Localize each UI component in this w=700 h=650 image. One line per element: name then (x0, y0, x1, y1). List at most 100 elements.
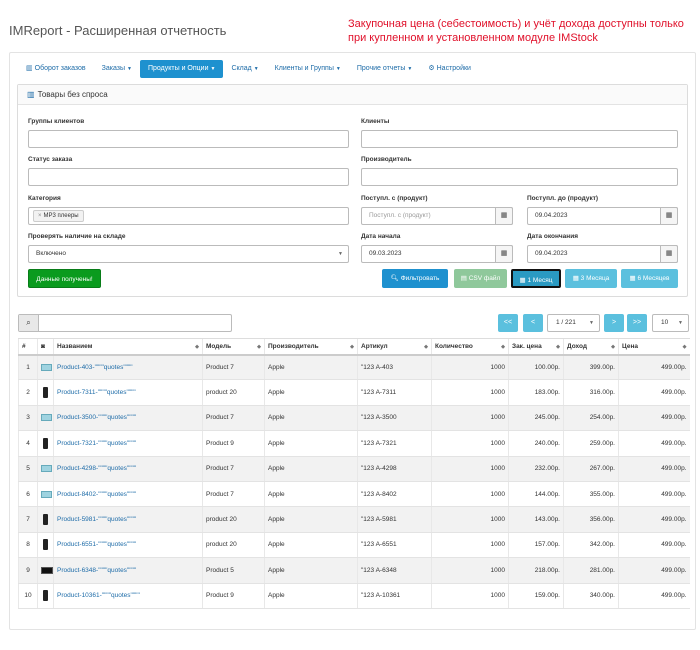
product-model: product 20 (202, 506, 265, 533)
arrival-from-input[interactable]: Поступл. с (продукт) ▦ (361, 207, 513, 225)
col-header-income[interactable]: Доход ◆ (563, 338, 619, 356)
calendar-icon[interactable]: ▦ (660, 207, 678, 225)
calendar-icon: ▦ (572, 275, 581, 282)
product-image-icon (43, 514, 48, 526)
product-quantity: 1000 (431, 583, 509, 609)
product-sku: "123 A-7311 (357, 379, 432, 406)
nav-item-order-turnover[interactable]: ▥ Оборот заказов (18, 60, 94, 78)
next-page-button[interactable]: > (604, 314, 624, 332)
data-received-button[interactable]: Данные получены! (28, 269, 101, 288)
col-header-manufacturer[interactable]: Производитель ◆ (264, 338, 358, 356)
per-page-select[interactable]: 10 ▼ (652, 314, 689, 332)
nav-item-stock[interactable]: Склад ▼ (223, 60, 266, 78)
stock-check-value: Включено (36, 250, 66, 257)
product-sku: "123 A-3500 (357, 405, 432, 432)
category-input[interactable]: × MP3 плееры (28, 207, 349, 225)
stock-check-label: Проверять наличие на складе (28, 233, 126, 240)
product-price: 499.00р. (618, 481, 690, 508)
calendar-icon[interactable]: ▦ (660, 245, 678, 263)
product-name-link[interactable]: Product-3500-""""quotes"""" (53, 405, 203, 432)
period-1-month-button[interactable]: ▦ 1 Месяц (511, 269, 561, 288)
table-row: 3 Product-3500-""""quotes"""" Product 7 App… (18, 405, 690, 432)
row-index: 6 (18, 481, 38, 508)
col-header-model[interactable]: Модель ◆ (202, 338, 265, 356)
sort-icon[interactable]: ◆ (556, 344, 560, 350)
sort-icon[interactable]: ◆ (683, 344, 687, 350)
search-icon[interactable]: ⌕ (19, 315, 39, 331)
date-end-input[interactable]: 09.04.2023 ▦ (527, 245, 678, 263)
arrival-to-input[interactable]: 09.04.2023 ▦ (527, 207, 678, 225)
row-index: 3 (18, 405, 38, 432)
chevron-down-icon: ▼ (407, 66, 413, 72)
last-page-button[interactable]: >> (627, 314, 647, 332)
product-thumbnail (37, 506, 54, 533)
sort-icon[interactable]: ◆ (501, 344, 505, 350)
nav-item-label: Прочие отчеты (356, 65, 406, 72)
table-search-input[interactable]: ⌕ (18, 314, 232, 332)
col-header-index[interactable]: # (18, 338, 38, 356)
chevron-down-icon: ▼ (338, 251, 343, 257)
product-income: 316.00р. (563, 379, 619, 406)
product-name-link[interactable]: Product-7321-""""quotes"""" (53, 430, 203, 457)
product-name-link[interactable]: Product-403-""""quotes"""" (53, 354, 203, 381)
nav-item-orders[interactable]: Заказы ▼ (94, 60, 140, 78)
filter-button[interactable]: 🔍︎ Фильтровать (382, 269, 448, 288)
product-quantity: 1000 (431, 532, 509, 559)
chevron-down-icon: ▼ (589, 320, 594, 326)
gear-icon: ⚙ (428, 65, 435, 72)
sort-icon[interactable]: ◆ (350, 344, 354, 350)
product-name-link[interactable]: Product-4298-""""quotes"""" (53, 456, 203, 482)
product-image-icon (41, 490, 52, 498)
product-manufacturer: Apple (264, 506, 358, 533)
product-income: 281.00р. (563, 557, 619, 584)
product-name-link[interactable]: Product-5981-""""quotes"""" (53, 506, 203, 533)
col-header-price[interactable]: Цена ◆ (618, 338, 690, 356)
page-select[interactable]: 1 / 221 ▼ (547, 314, 600, 332)
calendar-icon[interactable]: ▦ (495, 245, 513, 263)
date-start-input[interactable]: 09.03.2023 ▦ (361, 245, 513, 263)
period-3-months-button[interactable]: ▦ 3 Месяца (565, 269, 617, 288)
col-header-quantity[interactable]: Количество ◆ (431, 338, 509, 356)
product-name-link[interactable]: Product-7311-""""quotes"""" (53, 379, 203, 406)
col-header-name[interactable]: Названием ◆ (53, 338, 203, 356)
col-header-sku[interactable]: Артикул ◆ (357, 338, 432, 356)
nav-item-products[interactable]: Продукты и Опции ▼ (140, 60, 224, 78)
product-image-icon (41, 566, 53, 574)
arrival-from-placeholder: Поступл. с (продукт) (369, 212, 431, 219)
first-page-button[interactable]: << (498, 314, 518, 332)
close-icon[interactable]: × (38, 213, 42, 219)
sort-icon[interactable]: ◆ (195, 344, 199, 350)
customer-groups-input[interactable] (28, 130, 349, 148)
order-status-input[interactable] (28, 168, 349, 186)
nav-item-settings[interactable]: ⚙ Настройки (420, 60, 479, 78)
chevron-down-icon: ▼ (127, 66, 132, 72)
category-chip[interactable]: × MP3 плееры (33, 210, 84, 222)
product-cost: 245.00р. (508, 405, 564, 432)
product-name-link[interactable]: Product-10361-""""quotes"""" (53, 583, 203, 609)
sort-icon[interactable]: ◆ (257, 344, 261, 350)
sort-icon[interactable]: ◆ (611, 344, 615, 350)
table-row: 5 Product-4298-""""quotes"""" Product 7 App… (18, 456, 690, 482)
products-table: # ◙ Названием ◆ Модель ◆ Производитель ◆ Ар… (18, 338, 690, 609)
calendar-icon[interactable]: ▦ (495, 207, 513, 225)
manufacturer-input[interactable] (361, 168, 678, 186)
period-6-months-button[interactable]: ▦ 6 Месяцев (621, 269, 678, 288)
stock-check-select[interactable]: Включено ▼ (28, 245, 349, 263)
nav-item-other-reports[interactable]: Прочие отчеты ▼ (349, 60, 421, 78)
product-name-link[interactable]: Product-6551-""""quotes"""" (53, 532, 203, 559)
table-header-row: # ◙ Названием ◆ Модель ◆ Производитель ◆ Ар… (18, 338, 690, 356)
prev-page-button[interactable]: < (523, 314, 543, 332)
product-quantity: 1000 (431, 354, 509, 381)
product-name-link[interactable]: Product-6348-""""quotes"""" (53, 557, 203, 584)
customers-input[interactable] (361, 130, 678, 148)
product-name-link[interactable]: Product-8402-""""quotes"""" (53, 481, 203, 508)
col-header-cost[interactable]: Зак. цена ◆ (508, 338, 564, 356)
csv-button[interactable]: ▤ CSV файл (454, 269, 507, 288)
nav-item-customers[interactable]: Клиенты и Группы ▼ (267, 60, 349, 78)
sort-icon[interactable]: ◆ (424, 344, 428, 350)
product-thumbnail (37, 456, 54, 482)
chevron-down-icon: ▼ (678, 320, 683, 326)
product-quantity: 1000 (431, 430, 509, 457)
product-manufacturer: Apple (264, 532, 358, 559)
product-image-icon (43, 437, 48, 449)
